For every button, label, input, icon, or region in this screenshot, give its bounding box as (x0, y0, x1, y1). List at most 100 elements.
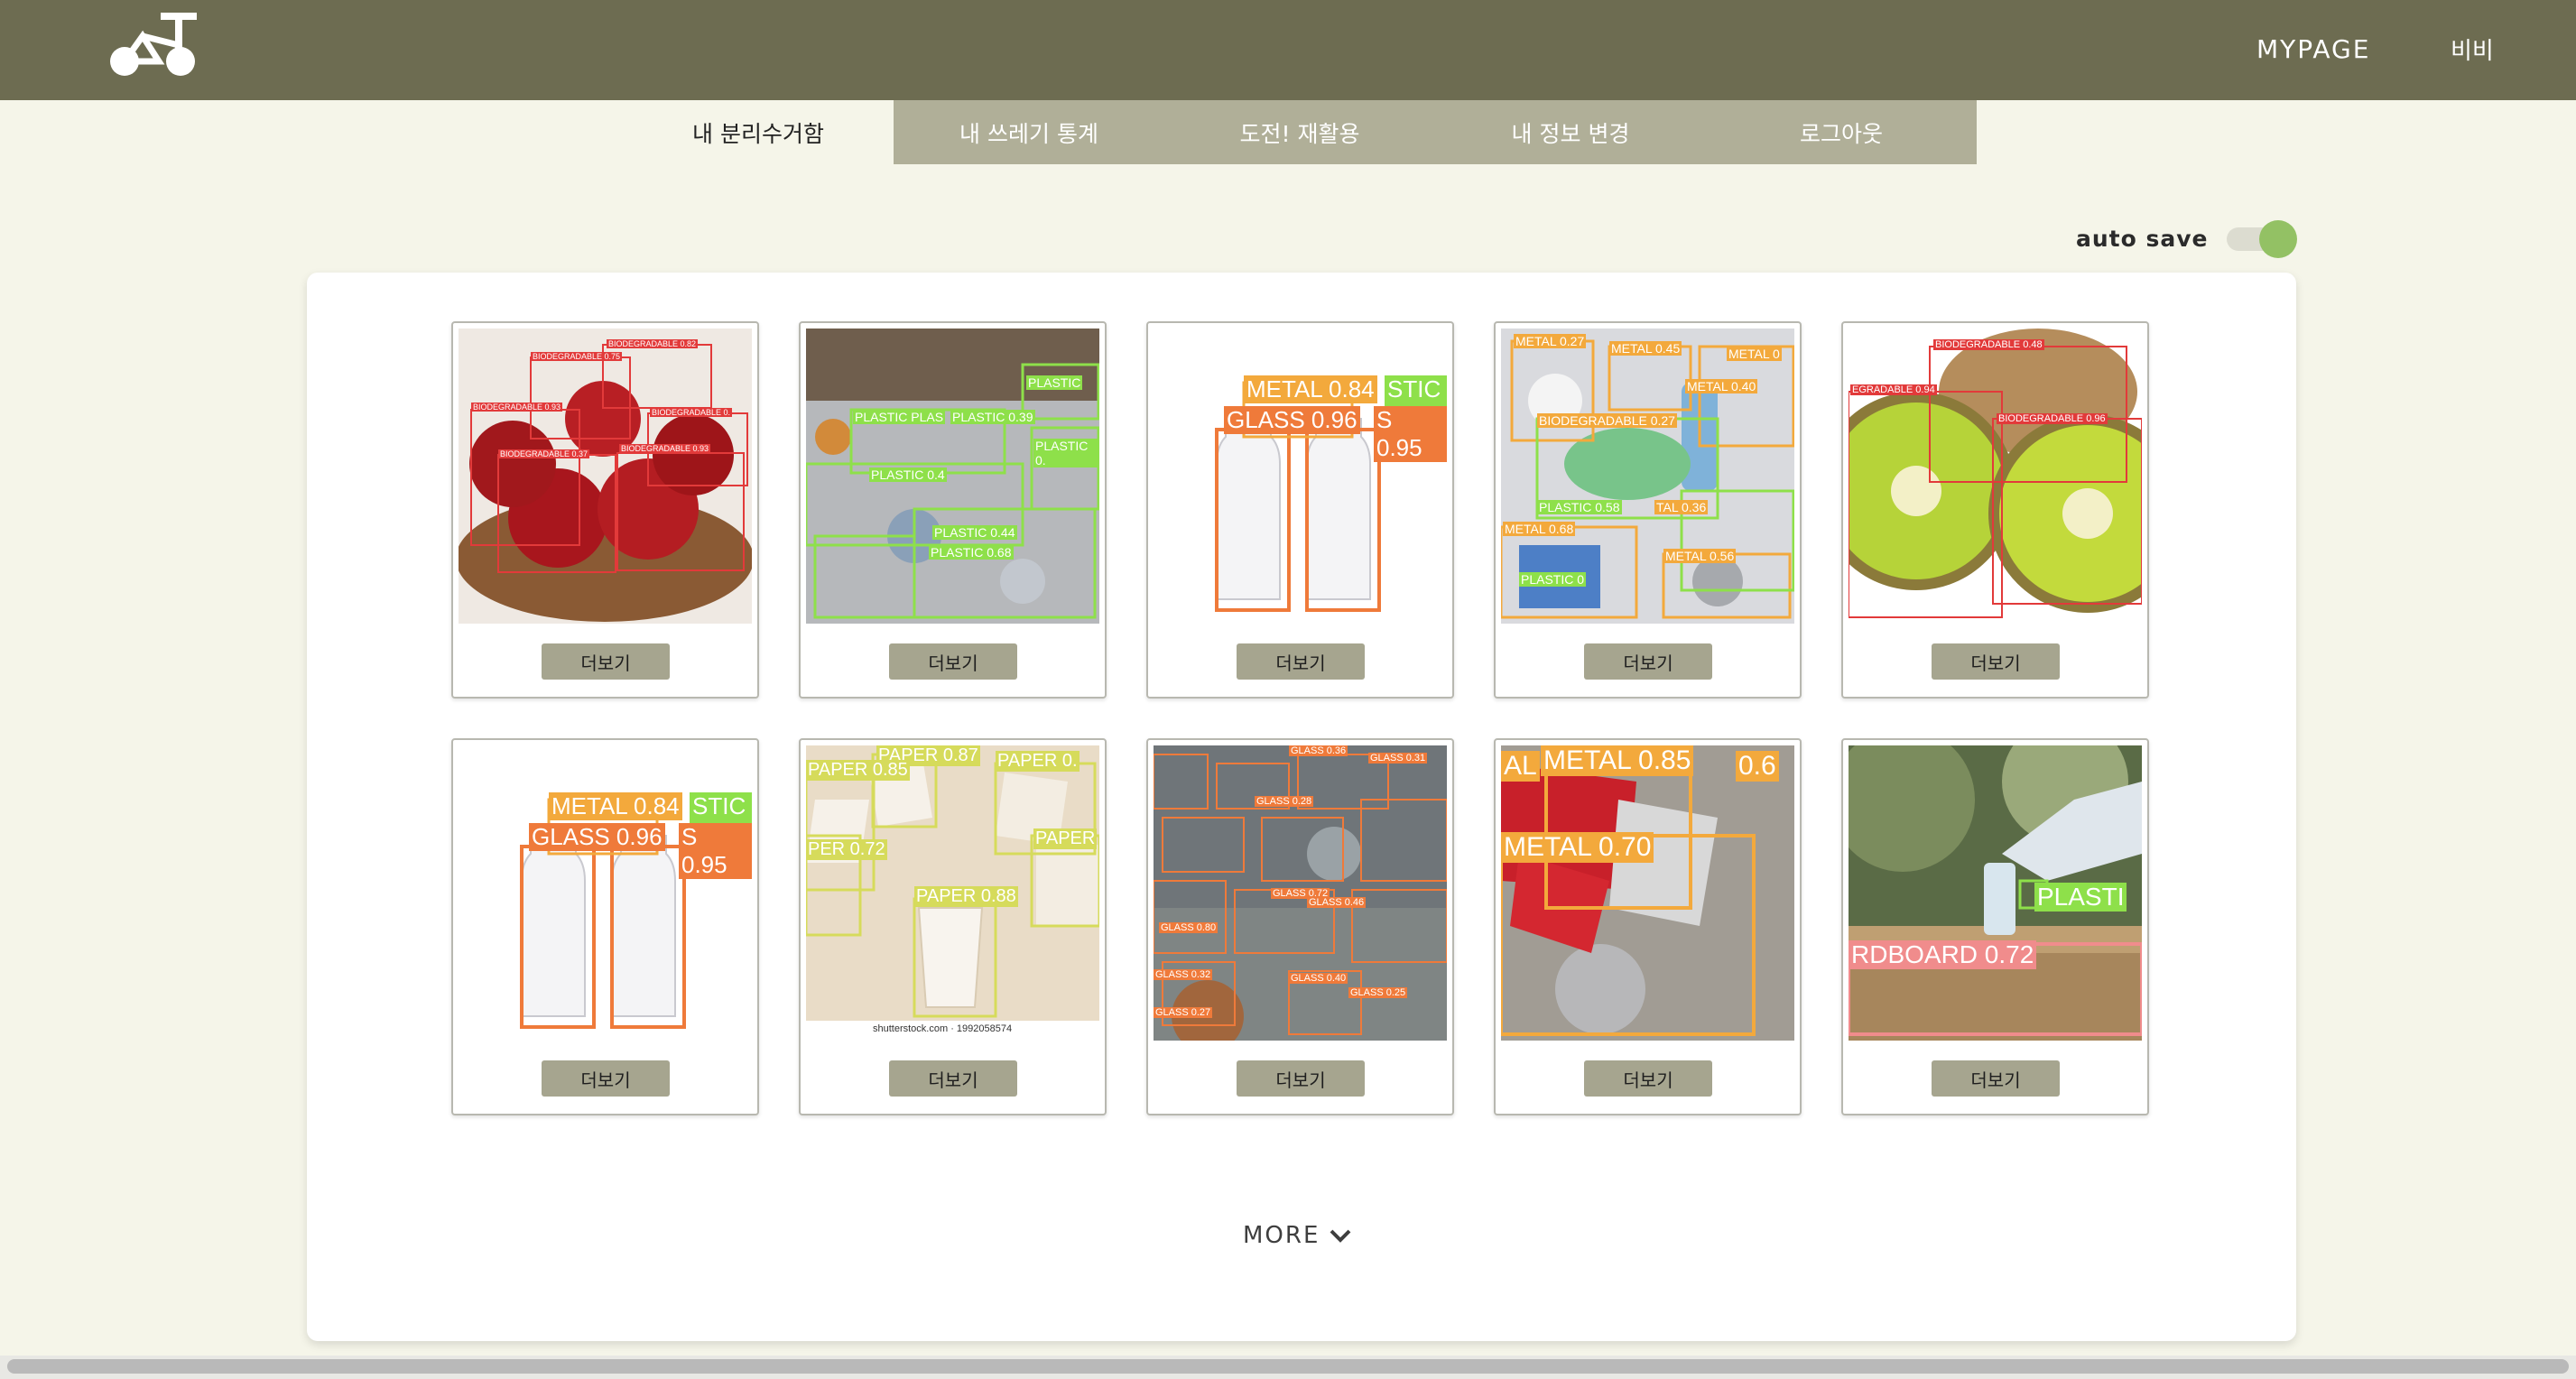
scrollbar-thumb[interactable] (7, 1359, 2569, 1374)
view-more-button[interactable]: 더보기 (1237, 643, 1365, 680)
detection-tag: S 0.95 (1374, 406, 1447, 462)
gallery-card: AL METAL 0.85 0.6 METAL 0.70 더보기 (1494, 738, 1802, 1115)
detection-tag: BIODEGRADABLE 0.37 (498, 449, 590, 458)
gallery-card: GLASS 0.36 GLASS 0.31 GLASS 0.28 GLASS 0… (1146, 738, 1454, 1115)
detection-tag: 0.6 (1736, 751, 1779, 782)
gallery-card: METAL 0.84 STIC 0 GLASS 0.96 S 0.95 더보기 (1146, 321, 1454, 699)
view-more-button[interactable]: 더보기 (1932, 1060, 2060, 1097)
detection-tag: GLASS 0.96 (529, 823, 665, 851)
detection-tag: GLASS 0.36 (1289, 745, 1348, 756)
detection-tag: GLASS 0.80 (1159, 922, 1219, 933)
detection-tag: METAL 0.85 (1541, 745, 1694, 776)
toggle-knob[interactable] (2258, 220, 2297, 258)
detection-tag: RDBOARD 0.72 (1849, 940, 2037, 969)
detection-tag: PLASTIC (1026, 375, 1083, 390)
gallery-card: PAPER 0.87 PAPER 0.85 PAPER 0. PAPER PER… (799, 738, 1107, 1115)
detection-tag: GLASS 0.31 (1368, 753, 1428, 764)
detection-image[interactable]: AL METAL 0.85 0.6 METAL 0.70 (1501, 745, 1794, 1041)
view-more-button[interactable]: 더보기 (1584, 1060, 1712, 1097)
detection-image[interactable]: BIODEGRADABLE 0.82 BIODEGRADABLE 0.75 BI… (459, 329, 752, 624)
autosave-toggle[interactable] (2226, 220, 2297, 258)
gallery-card: BIODEGRADABLE 0.82 BIODEGRADABLE 0.75 BI… (451, 321, 759, 699)
detection-image[interactable]: METAL 0.84 STIC 0 GLASS 0.96 S 0.95 (1154, 329, 1447, 624)
detection-tag: PAPER (1033, 828, 1098, 849)
autosave-control: auto save (2076, 220, 2297, 258)
gallery-card: METAL 0.84 STIC 0 GLASS 0.96 S 0.95 더보기 (451, 738, 759, 1115)
gallery-card: PLASTIC PLASTIC PLAS PLASTIC 0.39 PLASTI… (799, 321, 1107, 699)
detection-image[interactable]: PLASTI RDBOARD 0.72 (1849, 745, 2142, 1041)
detection-tag: PAPER 0. (996, 751, 1080, 772)
detection-tag: AL (1501, 751, 1540, 782)
load-more-button[interactable]: MORE (1243, 1222, 1352, 1249)
view-more-button[interactable]: 더보기 (1932, 643, 2060, 680)
detection-tag: METAL 0 (1727, 347, 1782, 361)
detection-tag: PLASTIC 0.44 (932, 525, 1017, 540)
detection-tag: PER 0.72 (806, 839, 887, 860)
detection-tag: BIODEGRADABLE 0.93 (471, 403, 563, 412)
detection-tag: METAL 0.45 (1609, 341, 1682, 356)
gallery-panel: BIODEGRADABLE 0.82 BIODEGRADABLE 0.75 BI… (307, 273, 2296, 1341)
tab-logout[interactable]: 로그아웃 (1706, 100, 1977, 164)
horizontal-scrollbar[interactable] (0, 1356, 2576, 1379)
tab-trash-stats[interactable]: 내 쓰레기 통계 (894, 100, 1164, 164)
username-label[interactable]: 비비 (2451, 32, 2494, 66)
detection-image[interactable]: METAL 0.84 STIC 0 GLASS 0.96 S 0.95 (459, 745, 752, 1041)
detection-tag: TAL 0.36 (1654, 500, 1709, 514)
view-more-button[interactable]: 더보기 (1584, 643, 1712, 680)
view-more-button[interactable]: 더보기 (1237, 1060, 1365, 1097)
detection-tag: GLASS 0.46 (1307, 897, 1367, 908)
detection-tag: PLASTIC 0. (1033, 439, 1099, 467)
detection-tag: BIODEGRADABLE 0. (650, 408, 733, 417)
detection-tag: METAL 0.56 (1663, 549, 1737, 563)
detection-image[interactable]: METAL 0.27 METAL 0.45 METAL 0 METAL 0.40… (1501, 329, 1794, 624)
detection-tag: BIODEGRADABLE 0.27 (1537, 413, 1677, 428)
detection-tag: PLASTIC 0.58 (1537, 500, 1622, 514)
gallery-card: PLASTI RDBOARD 0.72 더보기 (1841, 738, 2149, 1115)
detection-tag: GLASS 0.96 (1224, 406, 1360, 434)
detection-tag: PLASTIC 0 (1519, 572, 1587, 587)
gallery-card: METAL 0.27 METAL 0.45 METAL 0 METAL 0.40… (1494, 321, 1802, 699)
detection-image[interactable]: GLASS 0.36 GLASS 0.31 GLASS 0.28 GLASS 0… (1154, 745, 1447, 1041)
detection-tag: METAL 0.84 (1244, 375, 1377, 403)
view-more-button[interactable]: 더보기 (542, 643, 670, 680)
bike-logo-icon[interactable] (107, 9, 199, 78)
detection-tag: PLASTI (2034, 883, 2127, 912)
detection-tag: GLASS 0.27 (1154, 1007, 1213, 1018)
detection-tag: BIODEGRADABLE 0.48 (1933, 339, 2044, 350)
detection-tag: EGRADABLE 0.94 (1850, 384, 1937, 395)
tab-recycle-challenge[interactable]: 도전! 재활용 (1164, 100, 1435, 164)
chevron-down-icon (1330, 1229, 1351, 1243)
load-more-label: MORE (1243, 1222, 1320, 1249)
detection-tag: BIODEGRADABLE 0.93 (619, 444, 711, 453)
detection-tag: BIODEGRADABLE 0.82 (607, 339, 699, 348)
mypage-tabs: 내 분리수거함 내 쓰레기 통계 도전! 재활용 내 정보 변경 로그아웃 (623, 100, 1977, 164)
tab-edit-profile[interactable]: 내 정보 변경 (1435, 100, 1706, 164)
detection-tag: GLASS 0.32 (1154, 969, 1213, 980)
detection-tag: METAL 0.68 (1503, 522, 1576, 536)
detection-tag: PAPER 0.88 (914, 886, 1018, 907)
image-watermark: shutterstock.com · 1992058574 (873, 1023, 1013, 1034)
detection-image[interactable]: PAPER 0.87 PAPER 0.85 PAPER 0. PAPER PER… (806, 745, 1099, 1041)
mypage-link[interactable]: MYPAGE (2256, 34, 2370, 64)
view-more-button[interactable]: 더보기 (889, 643, 1017, 680)
detection-image[interactable]: BIODEGRADABLE 0.48 EGRADABLE 0.94 BIODEG… (1849, 329, 2142, 624)
detection-tag: PLASTIC 0.39 (950, 410, 1035, 424)
autosave-label: auto save (2076, 225, 2209, 252)
detection-tag: BIODEGRADABLE 0.75 (531, 352, 623, 361)
detection-tag: BIODEGRADABLE 0.96 (1997, 413, 2108, 424)
detection-tag: PLASTIC 0.68 (929, 545, 1014, 560)
detection-tag: GLASS 0.25 (1348, 987, 1408, 998)
detection-image[interactable]: PLASTIC PLASTIC PLAS PLASTIC 0.39 PLASTI… (806, 329, 1099, 624)
detection-tag: METAL 0.27 (1514, 334, 1587, 348)
detection-tag: PLASTIC PLAS (853, 410, 946, 424)
detection-tag: METAL 0.84 (549, 792, 682, 820)
detection-tag: PAPER 0.85 (806, 760, 910, 781)
detection-tag: PLASTIC 0.4 (869, 467, 947, 482)
detection-tag: S 0.95 (679, 823, 752, 879)
detection-tag: GLASS 0.40 (1289, 973, 1348, 984)
detection-tag: METAL 0.70 (1501, 832, 1654, 863)
view-more-button[interactable]: 더보기 (542, 1060, 670, 1097)
view-more-button[interactable]: 더보기 (889, 1060, 1017, 1097)
detection-tag: GLASS 0.28 (1255, 796, 1314, 807)
tab-recycle-bin[interactable]: 내 분리수거함 (623, 100, 894, 164)
